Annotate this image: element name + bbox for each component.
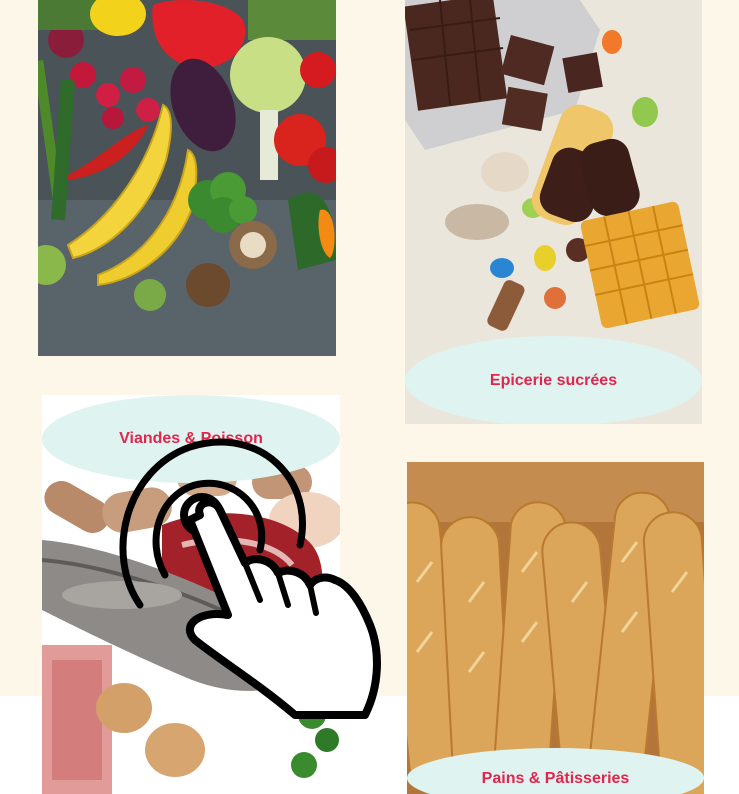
category-label-epicerie-sucree[interactable]: Epicerie sucrées	[405, 336, 702, 424]
category-card-pains-patisseries[interactable]: Pains & Pâtisseries	[407, 462, 704, 794]
category-card-viandes-poisson[interactable]: Viandes & Poisson	[42, 395, 340, 794]
category-card-fruits-legumes[interactable]	[38, 0, 336, 356]
vegetables-image	[38, 0, 336, 356]
category-label-viandes-poisson[interactable]: Viandes & Poisson	[42, 395, 340, 483]
category-card-epicerie-sucree[interactable]: Epicerie sucrées	[405, 0, 702, 424]
bread-image	[407, 462, 704, 794]
